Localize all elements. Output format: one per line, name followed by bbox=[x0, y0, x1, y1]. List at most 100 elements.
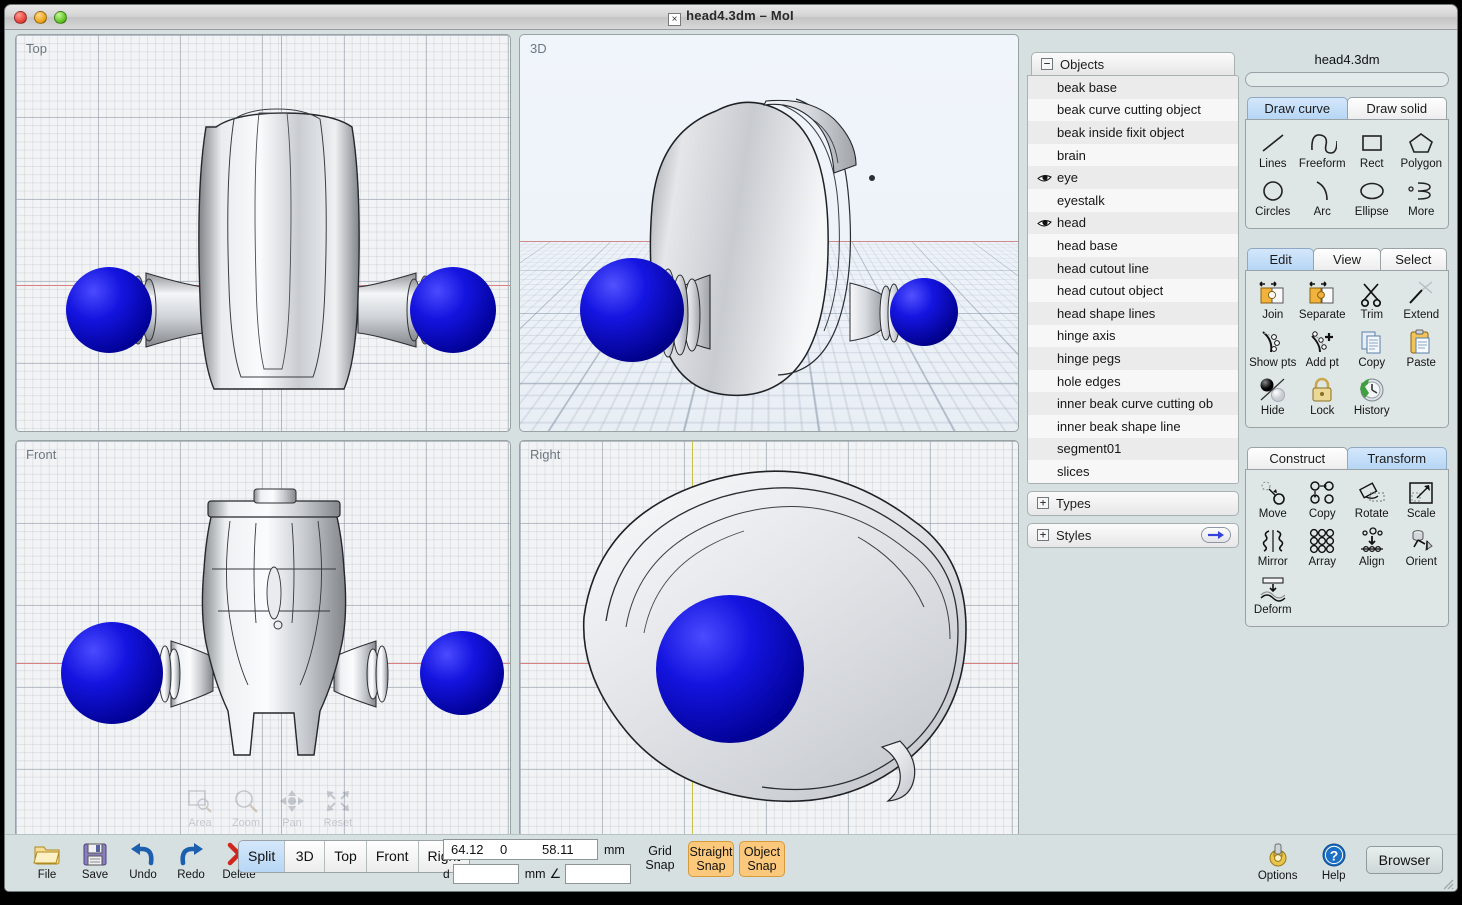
tool-arc[interactable]: Arc bbox=[1298, 173, 1348, 221]
tool-lock[interactable]: Lock bbox=[1298, 372, 1348, 420]
save-button[interactable]: Save bbox=[71, 838, 119, 881]
object-label: head cutout object bbox=[1057, 283, 1163, 298]
list-item[interactable]: brain bbox=[1028, 144, 1238, 167]
visibility-cell[interactable] bbox=[1031, 218, 1057, 228]
tool-orient[interactable]: Orient bbox=[1397, 523, 1447, 571]
angle-input[interactable] bbox=[565, 864, 631, 884]
tool-more[interactable]: More bbox=[1397, 173, 1447, 221]
expand-icon[interactable]: + bbox=[1037, 497, 1049, 509]
view-top-button[interactable]: Top bbox=[325, 841, 367, 872]
tool-add-pt[interactable]: Add pt bbox=[1298, 324, 1348, 372]
tab-select[interactable]: Select bbox=[1380, 248, 1447, 270]
tool-circles[interactable]: Circles bbox=[1248, 173, 1298, 221]
viewport-top[interactable]: Top bbox=[15, 34, 511, 432]
grid-snap-button[interactable]: Grid Snap bbox=[637, 841, 683, 875]
tool-scale[interactable]: Scale bbox=[1397, 475, 1447, 523]
tab-view[interactable]: View bbox=[1313, 248, 1380, 270]
list-item[interactable]: head bbox=[1028, 212, 1238, 235]
list-item[interactable]: head cutout line bbox=[1028, 257, 1238, 280]
command-input[interactable] bbox=[1245, 72, 1449, 87]
list-item[interactable]: hinge pegs bbox=[1028, 347, 1238, 370]
styles-section-header[interactable]: + Styles bbox=[1027, 523, 1239, 548]
list-item[interactable]: head base bbox=[1028, 234, 1238, 257]
list-item[interactable]: beak base bbox=[1028, 76, 1238, 99]
tool-show-pts[interactable]: Show pts bbox=[1248, 324, 1298, 372]
options-button[interactable]: Options bbox=[1254, 839, 1302, 882]
expand-icon[interactable]: + bbox=[1037, 529, 1049, 541]
tool-join[interactable]: Join bbox=[1248, 276, 1298, 324]
app-window-icon: × bbox=[668, 13, 681, 26]
list-item[interactable]: inner beak curve cutting ob bbox=[1028, 392, 1238, 415]
tool-deform[interactable]: Deform bbox=[1248, 571, 1298, 619]
objects-list[interactable]: beak base beak curve cutting object beak… bbox=[1027, 75, 1239, 484]
tool-hide[interactable]: Hide bbox=[1248, 372, 1298, 420]
tab-transform[interactable]: Transform bbox=[1347, 447, 1448, 469]
object-label: segment01 bbox=[1057, 441, 1121, 456]
list-item[interactable]: beak curve cutting object bbox=[1028, 99, 1238, 122]
tool-paste[interactable]: Paste bbox=[1397, 324, 1447, 372]
tool-history[interactable]: History bbox=[1347, 372, 1397, 420]
list-item[interactable]: hinge axis bbox=[1028, 325, 1238, 348]
collapse-icon[interactable]: − bbox=[1041, 58, 1053, 70]
browser-toggle-button[interactable]: Browser bbox=[1366, 846, 1443, 874]
line-icon bbox=[1248, 128, 1298, 158]
viewport-zoom-button[interactable]: Zoom bbox=[226, 785, 266, 829]
right-arrow-icon[interactable] bbox=[1201, 527, 1231, 543]
viewport-right[interactable]: Right bbox=[519, 440, 1019, 838]
resize-grip[interactable] bbox=[1440, 876, 1454, 890]
tool-extend[interactable]: Extend bbox=[1397, 276, 1447, 324]
list-item[interactable]: slices bbox=[1028, 460, 1238, 483]
list-item[interactable]: beak inside fixit object bbox=[1028, 121, 1238, 144]
redo-button[interactable]: Redo bbox=[167, 838, 215, 881]
tool-copy[interactable]: Copy bbox=[1347, 324, 1397, 372]
undo-button[interactable]: Undo bbox=[119, 838, 167, 881]
view-split-button[interactable]: Split bbox=[239, 841, 285, 872]
list-item[interactable]: inner beak shape line bbox=[1028, 415, 1238, 438]
tool-trim[interactable]: Trim bbox=[1347, 276, 1397, 324]
tool-polygon[interactable]: Polygon bbox=[1397, 125, 1447, 173]
list-item[interactable]: segment01 bbox=[1028, 438, 1238, 461]
list-item[interactable]: hole edges bbox=[1028, 370, 1238, 393]
helix-icon bbox=[1397, 176, 1447, 206]
viewport-area-button[interactable]: Area bbox=[180, 785, 220, 829]
distance-row: d mm ∠ bbox=[443, 864, 631, 884]
tool-ellipse[interactable]: Ellipse bbox=[1347, 173, 1397, 221]
visibility-cell[interactable] bbox=[1031, 173, 1057, 183]
tool-copy-transform[interactable]: Copy bbox=[1298, 475, 1348, 523]
viewport-front[interactable]: Front bbox=[15, 440, 511, 838]
types-section-header[interactable]: + Types bbox=[1027, 491, 1239, 516]
tool-move[interactable]: Move bbox=[1248, 475, 1298, 523]
styles-section-label: Styles bbox=[1056, 528, 1091, 543]
object-snap-button[interactable]: Object Snap bbox=[739, 841, 785, 877]
list-item[interactable]: eye bbox=[1028, 166, 1238, 189]
tool-mirror[interactable]: Mirror bbox=[1248, 523, 1298, 571]
list-item[interactable]: head cutout object bbox=[1028, 279, 1238, 302]
tool-lines[interactable]: Lines bbox=[1248, 125, 1298, 173]
coord-y-value: 0 bbox=[500, 842, 542, 857]
tab-construct[interactable]: Construct bbox=[1247, 447, 1348, 469]
viewport-pan-button[interactable]: Pan bbox=[272, 785, 312, 829]
tab-edit[interactable]: Edit bbox=[1247, 248, 1314, 270]
objects-section-header[interactable]: − Objects bbox=[1031, 52, 1235, 75]
distance-input[interactable] bbox=[453, 864, 519, 884]
tool-separate[interactable]: Separate bbox=[1298, 276, 1348, 324]
tab-draw-curve[interactable]: Draw curve bbox=[1247, 97, 1348, 119]
tool-array[interactable]: Array bbox=[1298, 523, 1348, 571]
tool-align[interactable]: Align bbox=[1347, 523, 1397, 571]
xyz-input[interactable]: 64.12 0 58.11 bbox=[443, 839, 598, 860]
tool-rect[interactable]: Rect bbox=[1347, 125, 1397, 173]
help-button[interactable]: ? Help bbox=[1310, 839, 1358, 882]
view-3d-button[interactable]: 3D bbox=[285, 841, 325, 872]
tool-rotate[interactable]: Rotate bbox=[1347, 475, 1397, 523]
viewport-3d[interactable]: 3D bbox=[519, 34, 1019, 432]
tab-draw-solid[interactable]: Draw solid bbox=[1347, 97, 1448, 119]
view-front-button[interactable]: Front bbox=[367, 841, 419, 872]
viewport-reset-button[interactable]: Reset bbox=[318, 785, 358, 829]
angle-icon: ∠ bbox=[550, 866, 562, 882]
file-button[interactable]: File bbox=[23, 838, 71, 881]
tool-freeform[interactable]: Freeform bbox=[1298, 125, 1348, 173]
straight-snap-button[interactable]: Straight Snap bbox=[688, 841, 734, 877]
array-grid-icon bbox=[1298, 526, 1348, 556]
list-item[interactable]: head shape lines bbox=[1028, 302, 1238, 325]
list-item[interactable]: eyestalk bbox=[1028, 189, 1238, 212]
